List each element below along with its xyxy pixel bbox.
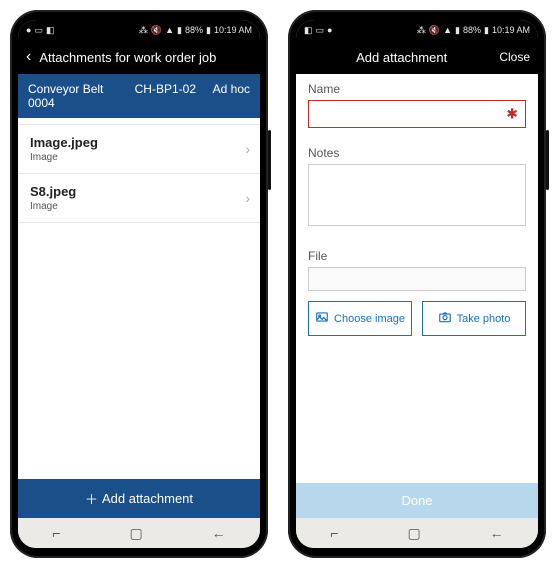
android-nav: ⌐ ▢ ← <box>296 518 538 548</box>
form-content: Name ✱ Notes File Choose ima <box>296 74 538 483</box>
clock-text: 10:19 AM <box>214 25 252 35</box>
context-type: Ad hoc <box>213 82 250 110</box>
take-photo-button[interactable]: Take photo <box>422 301 526 336</box>
page-title: Attachments for work order job <box>39 50 252 65</box>
take-photo-label: Take photo <box>457 313 511 325</box>
camera-icon <box>438 310 452 327</box>
screen-left: ● ▭ ◧ ⁂ 🔇 ▲ ▮ 88% ▮ 10:19 AM ‹ Attachmen… <box>18 20 260 548</box>
nav-back-icon[interactable]: ← <box>212 525 226 541</box>
nav-back-icon[interactable]: ← <box>490 525 504 541</box>
status-app-icon: ▭ <box>316 25 325 36</box>
phone-right: ◧ ▭ ● ⁂ 🔇 ▲ ▮ 88% ▮ 10:19 AM Add attachm… <box>288 10 546 558</box>
attachment-type: Image <box>30 201 248 212</box>
bluetooth-icon: ⁂ <box>417 25 426 36</box>
chevron-right-icon: › <box>245 190 250 206</box>
battery-text: 88% <box>463 25 481 35</box>
status-misc-icon: ◧ <box>46 25 55 36</box>
status-bar: ● ▭ ◧ ⁂ 🔇 ▲ ▮ 88% ▮ 10:19 AM <box>18 20 260 40</box>
status-left: ◧ ▭ ● <box>304 25 332 36</box>
context-id: CH-BP1-02 <box>135 82 196 110</box>
status-bar: ◧ ▭ ● ⁂ 🔇 ▲ ▮ 88% ▮ 10:19 AM <box>296 20 538 40</box>
app-header: ‹ Attachments for work order job <box>18 40 260 74</box>
phone-left: ● ▭ ◧ ⁂ 🔇 ▲ ▮ 88% ▮ 10:19 AM ‹ Attachmen… <box>10 10 268 558</box>
attachment-name: Image.jpeg <box>30 135 248 150</box>
name-label: Name <box>308 82 526 96</box>
mute-icon: 🔇 <box>151 25 162 36</box>
wifi-icon: ▲ <box>443 25 452 35</box>
signal-icon: ▮ <box>455 25 460 36</box>
attachments-list: Image.jpeg Image › S8.jpeg Image › <box>18 118 260 479</box>
file-field[interactable] <box>308 267 526 291</box>
status-dot-icon: ● <box>327 25 332 35</box>
image-icon <box>315 310 329 327</box>
battery-icon: ▮ <box>206 25 211 36</box>
status-left: ● ▭ ◧ <box>26 25 54 36</box>
context-bar: Conveyor Belt 0004 CH-BP1-02 Ad hoc <box>18 74 260 118</box>
done-label: Done <box>401 493 432 508</box>
notes-label: Notes <box>308 146 526 160</box>
choose-image-label: Choose image <box>334 313 405 325</box>
status-app-icon: ▭ <box>34 25 43 36</box>
nav-home-icon[interactable]: ▢ <box>407 525 420 542</box>
status-right: ⁂ 🔇 ▲ ▮ 88% ▮ 10:19 AM <box>139 25 252 36</box>
signal-icon: ▮ <box>177 25 182 36</box>
status-dot-icon: ● <box>26 25 31 35</box>
plus-icon: ＋ <box>85 489 98 508</box>
nav-recent-icon[interactable]: ⌐ <box>330 525 338 541</box>
close-button[interactable]: Close <box>499 50 530 64</box>
attachment-name: S8.jpeg <box>30 184 248 199</box>
wifi-icon: ▲ <box>165 25 174 35</box>
nav-home-icon[interactable]: ▢ <box>129 525 142 542</box>
bluetooth-icon: ⁂ <box>139 25 148 36</box>
screen-right: ◧ ▭ ● ⁂ 🔇 ▲ ▮ 88% ▮ 10:19 AM Add attachm… <box>296 20 538 548</box>
done-button[interactable]: Done <box>296 483 538 518</box>
add-attachment-button[interactable]: ＋ Add attachment <box>18 479 260 518</box>
status-right: ⁂ 🔇 ▲ ▮ 88% ▮ 10:19 AM <box>417 25 530 36</box>
choose-image-button[interactable]: Choose image <box>308 301 412 336</box>
app-header: Add attachment Close <box>296 40 538 74</box>
back-icon[interactable]: ‹ <box>26 48 31 66</box>
battery-icon: ▮ <box>484 25 489 36</box>
notes-input[interactable] <box>308 164 526 226</box>
clock-text: 10:19 AM <box>492 25 530 35</box>
mute-icon: 🔇 <box>429 25 440 36</box>
name-input[interactable] <box>308 100 526 128</box>
status-misc-icon: ◧ <box>304 25 313 36</box>
android-nav: ⌐ ▢ ← <box>18 518 260 548</box>
chevron-right-icon: › <box>245 141 250 157</box>
attachment-type: Image <box>30 152 248 163</box>
add-attachment-label: Add attachment <box>102 491 193 506</box>
page-title: Add attachment <box>304 50 499 65</box>
nav-recent-icon[interactable]: ⌐ <box>52 525 60 541</box>
battery-text: 88% <box>185 25 203 35</box>
file-label: File <box>308 249 526 263</box>
list-item[interactable]: Image.jpeg Image › <box>18 124 260 174</box>
list-item[interactable]: S8.jpeg Image › <box>18 174 260 223</box>
context-asset: Conveyor Belt 0004 <box>28 82 118 110</box>
